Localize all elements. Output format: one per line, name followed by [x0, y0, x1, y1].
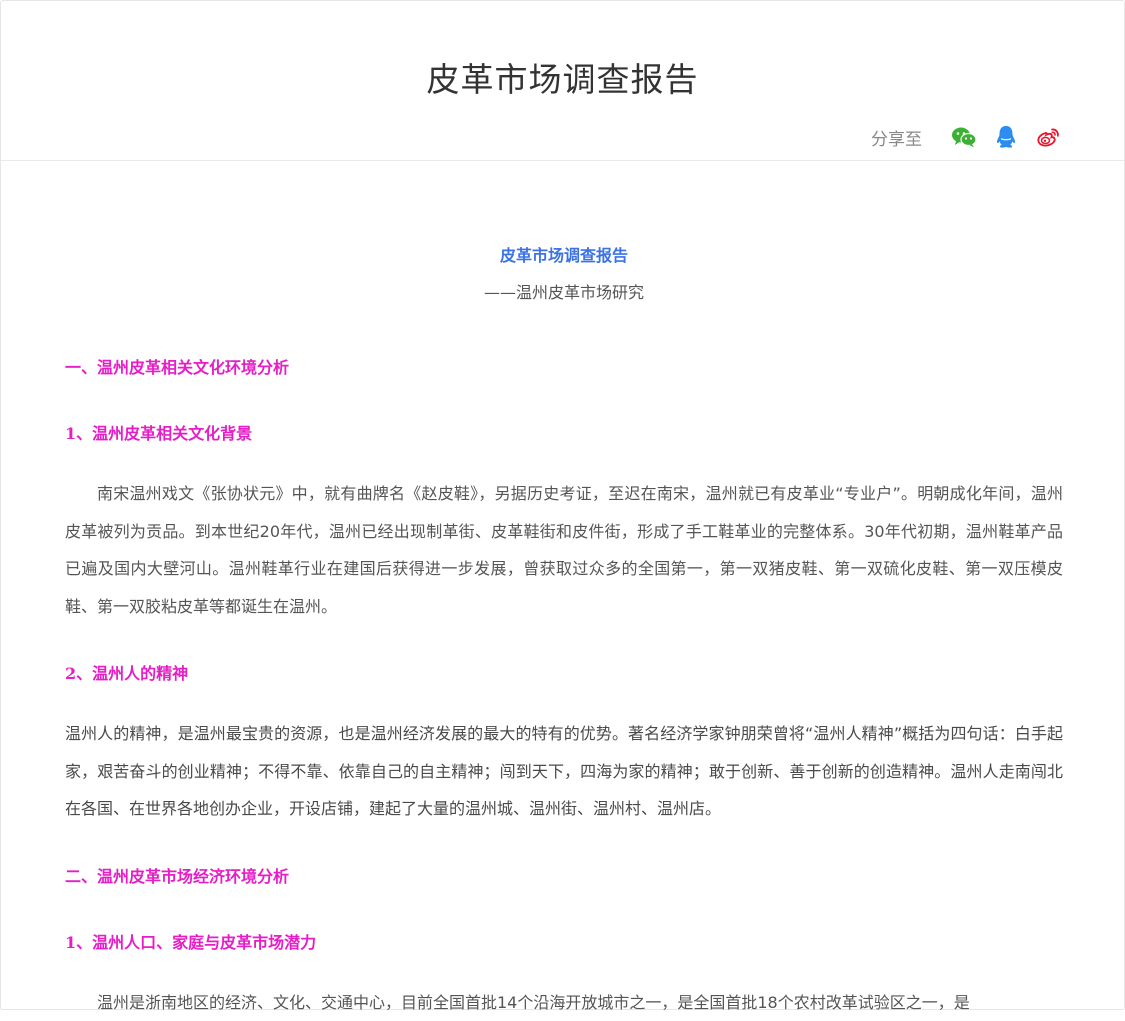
- paragraph: 南宋温州戏文《张协状元》中，就有曲牌名《赵皮鞋》，另据历史考证，至迟在南宋，温州…: [65, 475, 1063, 625]
- weibo-icon[interactable]: [1034, 123, 1062, 151]
- paragraph: 温州人的精神，是温州最宝贵的资源，也是温州经济发展的最大的特有的优势。著名经济学…: [65, 715, 1063, 828]
- paragraph: 温州是浙南地区的经济、文化、交通中心，目前全国首批14个沿海开放城市之一，是全国…: [65, 984, 1063, 1021]
- article-subtitle: ——温州皮革市场研究: [65, 282, 1063, 304]
- qq-icon[interactable]: [992, 123, 1020, 151]
- share-bar: 分享至: [871, 123, 1062, 151]
- subsection-heading: 2、温州人的精神: [65, 663, 1063, 685]
- article-title: 皮革市场调查报告: [65, 245, 1063, 267]
- article-body: 皮革市场调查报告 ——温州皮革市场研究 一、温州皮革相关文化环境分析 1、温州皮…: [65, 161, 1063, 1021]
- section-heading: 二、温州皮革市场经济环境分析: [65, 866, 1063, 888]
- section-heading: 一、温州皮革相关文化环境分析: [65, 357, 1063, 379]
- article-card: 皮革市场调查报告 分享至: [0, 0, 1125, 1010]
- page-header: 皮革市场调查报告 分享至: [1, 1, 1124, 161]
- wechat-icon[interactable]: [950, 123, 978, 151]
- subsection-heading: 1、温州人口、家庭与皮革市场潜力: [65, 932, 1063, 954]
- page-title: 皮革市场调查报告: [1, 53, 1124, 101]
- subsection-heading: 1、温州皮革相关文化背景: [65, 423, 1063, 445]
- share-label: 分享至: [871, 125, 922, 150]
